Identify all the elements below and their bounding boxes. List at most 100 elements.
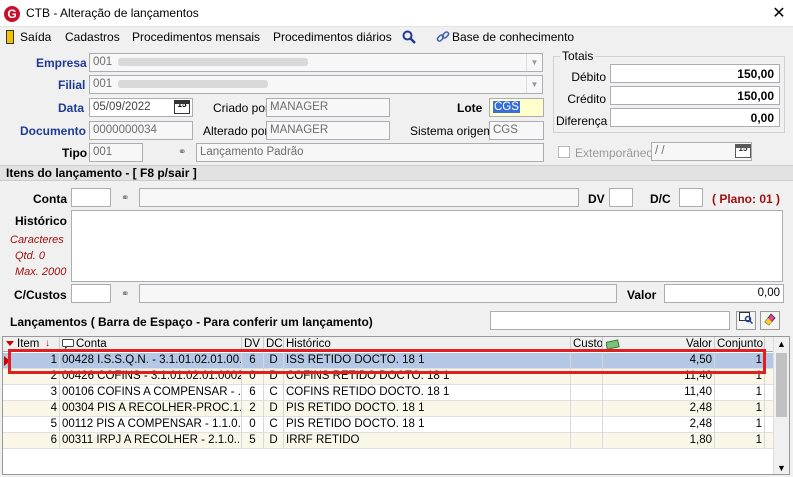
cell-conjunto: 1 bbox=[715, 353, 765, 369]
grid-scrollbar[interactable]: ▲ ▼ bbox=[773, 337, 789, 474]
menu-exit[interactable]: Saída bbox=[20, 30, 51, 44]
col-dv[interactable]: DV bbox=[242, 337, 264, 352]
menu-procedimentos-diarios[interactable]: Procedimentos diários bbox=[273, 30, 392, 44]
diferenca-value: 0,00 bbox=[610, 108, 780, 127]
menu-base-conhecimento[interactable]: Base de conhecimento bbox=[452, 30, 574, 44]
table-row[interactable]: 5 00112 PIS A COMPENSAR - 1.1.0... 0 C PIS R… bbox=[3, 417, 773, 433]
table-row[interactable]: 6 00311 IRPJ A RECOLHER - 2.1.0... 5 D IRRF … bbox=[3, 433, 773, 449]
col-custo[interactable]: Custo bbox=[571, 337, 603, 352]
debito-label: Débito bbox=[571, 70, 606, 84]
table-row[interactable]: 1 00428 I.S.S.Q.N. - 3.1.01.02.01.00... 6 D… bbox=[3, 353, 773, 369]
cell-custo bbox=[571, 385, 603, 401]
credito-label: Crédito bbox=[567, 92, 606, 106]
extemporaneo-checkbox[interactable] bbox=[558, 146, 570, 158]
tipo-code: 001 bbox=[93, 146, 113, 158]
valor-input[interactable]: 0,00 bbox=[664, 284, 784, 303]
cell-item: 5 bbox=[3, 417, 60, 433]
extemporaneo-label: Extemporâneo bbox=[575, 146, 654, 160]
money-icon bbox=[606, 339, 620, 350]
lote-value: CGS bbox=[493, 101, 520, 113]
documento-field[interactable]: 0000000034 bbox=[89, 121, 193, 140]
col-dc[interactable]: DC bbox=[264, 337, 284, 352]
scroll-up-icon[interactable]: ▲ bbox=[777, 339, 786, 349]
filial-label: Filial bbox=[58, 78, 86, 92]
cell-conjunto: 1 bbox=[715, 417, 765, 433]
dc-input[interactable] bbox=[679, 188, 703, 207]
cell-valor: 2,48 bbox=[603, 401, 715, 417]
col-conta[interactable]: Conta bbox=[60, 337, 242, 352]
binoculars-icon[interactable]: ⚭ bbox=[121, 193, 133, 205]
chevron-down-icon[interactable]: ▼ bbox=[526, 54, 542, 71]
table-row[interactable]: 2 00426 COFINS - 3.1.01.02.01.0002 0 D COFIN… bbox=[3, 369, 773, 385]
lancamentos-search-input[interactable] bbox=[490, 311, 730, 330]
cell-valor: 11,40 bbox=[603, 369, 715, 385]
binoculars-icon[interactable]: ⚭ bbox=[121, 289, 133, 301]
cell-conta: 00428 I.S.S.Q.N. - 3.1.01.02.01.00... bbox=[60, 353, 242, 369]
tipo-desc-field: Lançamento Padrão bbox=[196, 143, 544, 162]
lote-label: Lote bbox=[457, 101, 483, 115]
calendar-icon[interactable]: 15 bbox=[174, 100, 190, 114]
empresa-select[interactable]: 001 ▼ bbox=[89, 53, 543, 72]
scroll-thumb[interactable] bbox=[776, 353, 787, 417]
empresa-name-redacted bbox=[118, 57, 309, 66]
cell-valor: 11,40 bbox=[603, 385, 715, 401]
close-icon[interactable]: ✕ bbox=[770, 3, 788, 23]
dv-label: DV bbox=[588, 192, 605, 206]
binoculars-icon[interactable]: ⚭ bbox=[178, 147, 190, 159]
ccustos-label: C/Custos bbox=[14, 288, 67, 302]
search-icon[interactable] bbox=[402, 30, 416, 44]
filial-name-redacted bbox=[118, 79, 269, 88]
menu-procedimentos-mensais[interactable]: Procedimentos mensais bbox=[132, 30, 260, 44]
dv-input[interactable] bbox=[609, 188, 633, 207]
cell-valor: 2,48 bbox=[603, 417, 715, 433]
lancamentos-grid[interactable]: Item Conta DV DC Histórico Custo Valor C… bbox=[2, 336, 790, 475]
cell-custo bbox=[571, 369, 603, 385]
cell-dv: 5 bbox=[242, 433, 264, 449]
scroll-down-icon[interactable]: ▼ bbox=[777, 463, 786, 473]
tipo-code-field[interactable]: 001 bbox=[89, 143, 143, 162]
alterado-field: MANAGER bbox=[266, 121, 390, 140]
cell-custo bbox=[571, 433, 603, 449]
cell-dc: D bbox=[264, 401, 284, 417]
col-conjunto[interactable]: Conjunto bbox=[715, 337, 765, 352]
clear-filter-button[interactable] bbox=[760, 311, 780, 330]
alterado-value: MANAGER bbox=[270, 124, 329, 136]
caracteres-label: Caracteres bbox=[10, 234, 64, 246]
cell-conjunto: 1 bbox=[715, 369, 765, 385]
eraser-icon bbox=[764, 313, 776, 326]
cell-dv: 6 bbox=[242, 385, 264, 401]
cell-conjunto: 1 bbox=[715, 401, 765, 417]
knowledge-link-icon[interactable] bbox=[436, 30, 450, 44]
ccustos-input[interactable] bbox=[71, 284, 111, 303]
col-historico[interactable]: Histórico bbox=[284, 337, 571, 352]
chat-icon bbox=[62, 339, 74, 350]
table-row[interactable]: 3 00106 COFINS A COMPENSAR - ... 6 C COFINS … bbox=[3, 385, 773, 401]
dc-label: D/C bbox=[650, 192, 671, 206]
window-title: CTB - Alteração de lançamentos bbox=[26, 6, 199, 20]
table-row[interactable]: 4 00304 PIS A RECOLHER-PROC.1... 2 D PIS RET… bbox=[3, 401, 773, 417]
exit-icon[interactable] bbox=[6, 30, 14, 44]
cell-item: 4 bbox=[3, 401, 60, 417]
cell-item: 2 bbox=[3, 369, 60, 385]
grid-header: Item Conta DV DC Histórico Custo Valor C… bbox=[3, 337, 773, 352]
empresa-label: Empresa bbox=[36, 56, 87, 70]
find-button[interactable] bbox=[736, 311, 756, 330]
conta-input[interactable] bbox=[71, 188, 111, 207]
cell-dc: C bbox=[264, 417, 284, 433]
calendar-icon[interactable]: 15 bbox=[735, 144, 751, 158]
lote-field[interactable]: CGS bbox=[489, 98, 544, 117]
historico-textarea[interactable] bbox=[71, 210, 783, 282]
alterado-label: Alterado por bbox=[203, 124, 269, 138]
cell-conta: 00426 COFINS - 3.1.01.02.01.0002 bbox=[60, 369, 242, 385]
menu-cadastros[interactable]: Cadastros bbox=[65, 30, 120, 44]
chevron-down-icon[interactable]: ▼ bbox=[526, 76, 542, 93]
valor-label: Valor bbox=[627, 288, 657, 302]
title-bar: G CTB - Alteração de lançamentos ✕ bbox=[0, 0, 793, 27]
cell-historico: COFINS RETIDO DOCTO. 18 1 bbox=[284, 369, 571, 385]
data-label: Data bbox=[58, 101, 85, 115]
cell-dc: C bbox=[264, 385, 284, 401]
filial-select[interactable]: 001 ▼ bbox=[89, 75, 543, 94]
cell-historico: COFINS RETIDO DOCTO. 18 1 bbox=[284, 385, 571, 401]
sort-desc-icon[interactable] bbox=[6, 341, 14, 346]
cell-historico: ISS RETIDO DOCTO. 18 1 bbox=[284, 353, 571, 369]
